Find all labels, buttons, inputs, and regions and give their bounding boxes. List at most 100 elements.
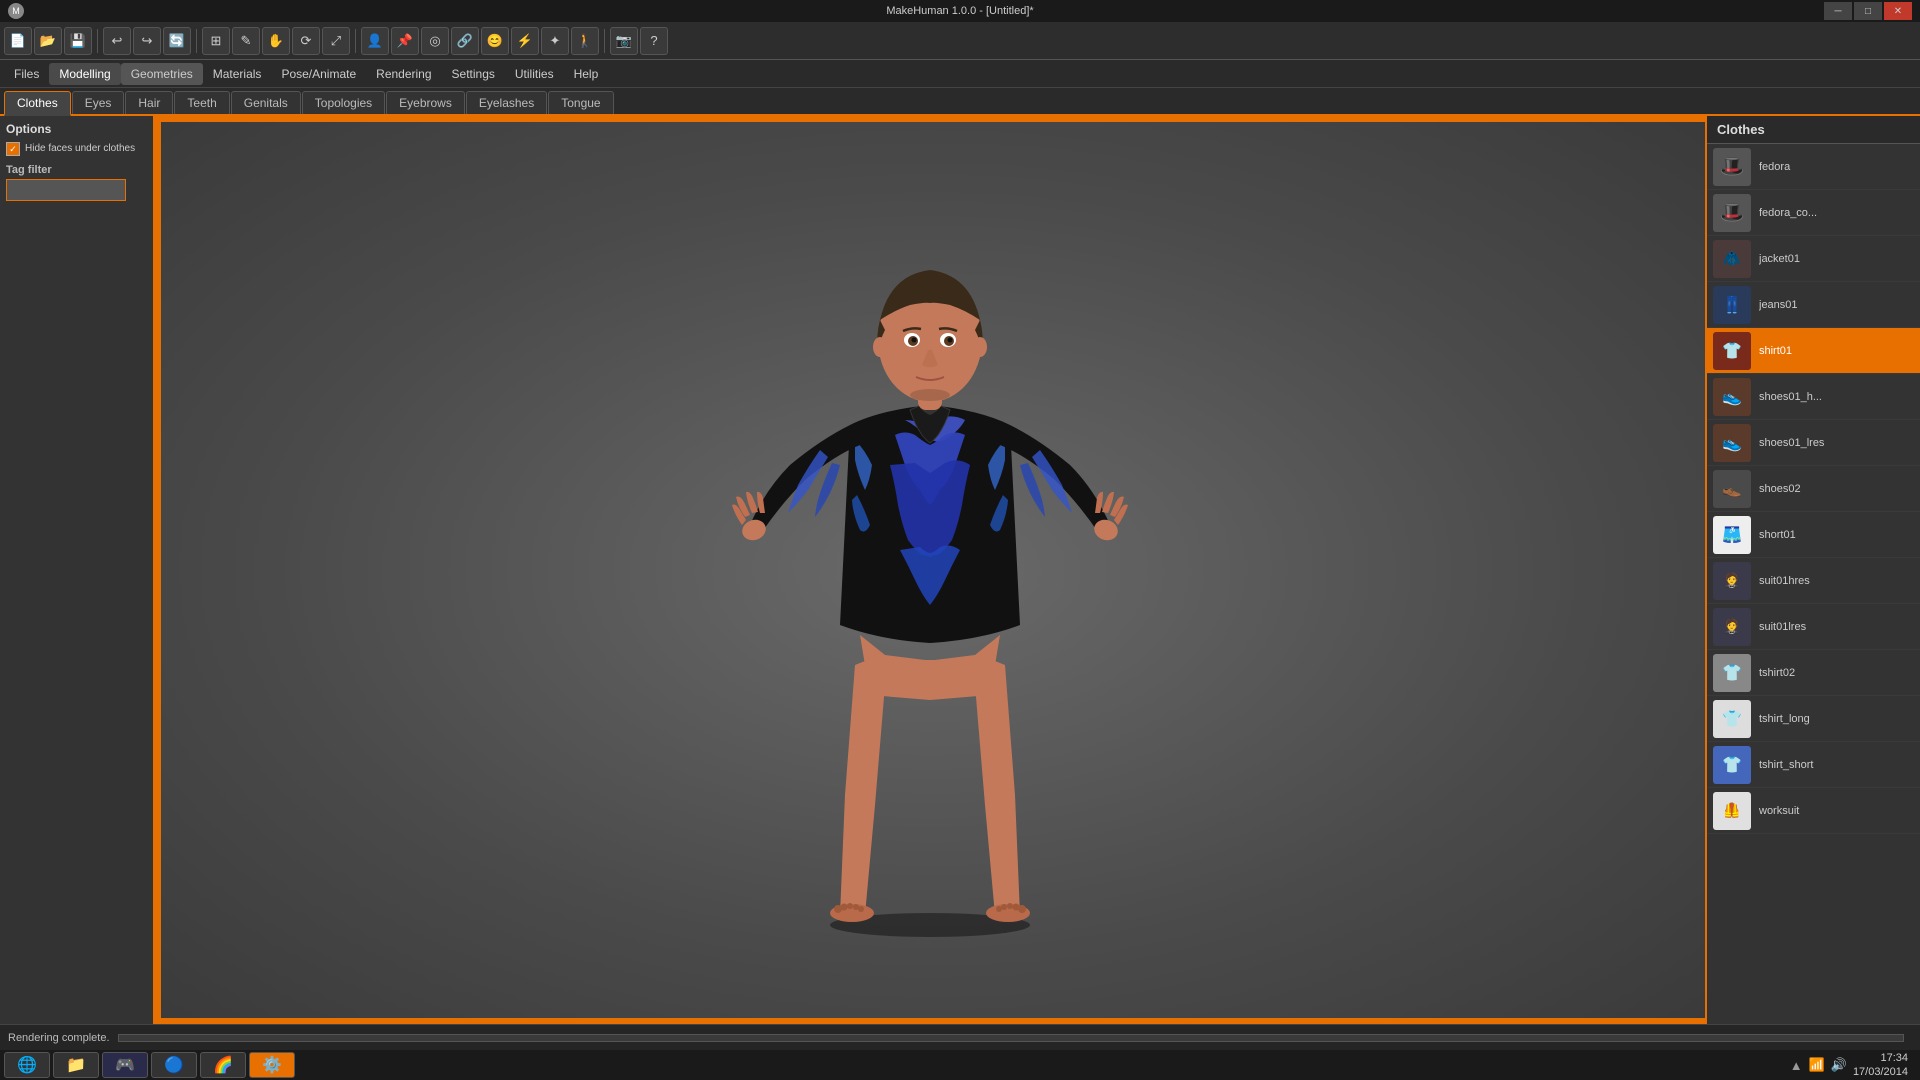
label-worksuit: worksuit xyxy=(1759,805,1914,817)
tool-reset[interactable]: 🔄 xyxy=(163,27,191,55)
thumb-fedora-co: 🎩 xyxy=(1713,194,1751,232)
close-button[interactable]: ✕ xyxy=(1884,2,1912,20)
clothes-item-short01[interactable]: 🩳 short01 xyxy=(1707,512,1920,558)
taskbar-right: ▲ 📶 🔊 17:34 17/03/2014 xyxy=(1790,1051,1916,1080)
progress-bar xyxy=(118,1034,1904,1042)
tool-grid[interactable]: ⊞ xyxy=(202,27,230,55)
tool-lightning[interactable]: ⚡ xyxy=(511,27,539,55)
clothes-item-shoes01h[interactable]: 👟 shoes01_h... xyxy=(1707,374,1920,420)
tab-eyebrows[interactable]: Eyebrows xyxy=(386,91,465,114)
menu-rendering[interactable]: Rendering xyxy=(366,63,441,85)
tool-open[interactable]: 📂 xyxy=(34,27,62,55)
tool-help[interactable]: ? xyxy=(640,27,668,55)
menu-help[interactable]: Help xyxy=(564,63,609,85)
clothes-item-jacket01[interactable]: 🧥 jacket01 xyxy=(1707,236,1920,282)
tray-network[interactable]: ▲ xyxy=(1790,1058,1803,1073)
tool-pin[interactable]: 📌 xyxy=(391,27,419,55)
tag-filter-input[interactable] xyxy=(6,179,126,201)
clothes-item-suit01hres[interactable]: 🤵 suit01hres xyxy=(1707,558,1920,604)
tab-teeth[interactable]: Teeth xyxy=(174,91,229,114)
taskbar-files[interactable]: 📁 xyxy=(53,1052,99,1078)
tool-target[interactable]: ◎ xyxy=(421,27,449,55)
tab-eyes[interactable]: Eyes xyxy=(72,91,125,114)
tool-person[interactable]: 👤 xyxy=(361,27,389,55)
viewport-bottom-handle[interactable] xyxy=(155,1018,1705,1024)
thumb-suit01lres: 🤵 xyxy=(1713,608,1751,646)
tab-clothes[interactable]: Clothes xyxy=(4,91,71,116)
tab-topologies[interactable]: Topologies xyxy=(302,91,385,114)
tab-hair[interactable]: Hair xyxy=(125,91,173,114)
thumb-worksuit: 🦺 xyxy=(1713,792,1751,830)
tool-draw[interactable]: ✎ xyxy=(232,27,260,55)
tool-undo[interactable]: ↩ xyxy=(103,27,131,55)
label-jacket01: jacket01 xyxy=(1759,253,1914,265)
thumb-tshirt-long: 👕 xyxy=(1713,700,1751,738)
thumb-short01: 🩳 xyxy=(1713,516,1751,554)
hide-faces-label: Hide faces under clothes xyxy=(25,143,135,155)
thumb-shoes01h: 👟 xyxy=(1713,378,1751,416)
taskbar-app6[interactable]: ⚙️ xyxy=(249,1052,295,1078)
tool-scale[interactable]: ⤢ xyxy=(322,27,350,55)
clothes-item-jeans01[interactable]: 👖 jeans01 xyxy=(1707,282,1920,328)
title-bar: M MakeHuman 1.0.0 - [Untitled]* ─ □ ✕ xyxy=(0,0,1920,22)
thumb-tshirt02: 👕 xyxy=(1713,654,1751,692)
clothes-item-shirt01[interactable]: 👕 shirt01 xyxy=(1707,328,1920,374)
left-panel: Options ✓ Hide faces under clothes Tag f… xyxy=(0,116,155,1024)
label-suit01lres: suit01lres xyxy=(1759,621,1914,633)
clothes-item-fedora[interactable]: 🎩 fedora xyxy=(1707,144,1920,190)
thumb-tshirt-short: 👕 xyxy=(1713,746,1751,784)
menu-files[interactable]: Files xyxy=(4,63,49,85)
tool-save[interactable]: 💾 xyxy=(64,27,92,55)
tool-camera[interactable]: 📷 xyxy=(610,27,638,55)
tool-rotate[interactable]: ⟳ xyxy=(292,27,320,55)
hide-faces-checkbox[interactable]: ✓ xyxy=(6,142,20,156)
maximize-button[interactable]: □ xyxy=(1854,2,1882,20)
tab-eyelashes[interactable]: Eyelashes xyxy=(466,91,547,114)
taskbar-steam[interactable]: 🎮 xyxy=(102,1052,148,1078)
tray-volume[interactable]: 🔊 xyxy=(1831,1057,1847,1073)
viewport-top-handle[interactable] xyxy=(155,116,1705,122)
time-display: 17:34 xyxy=(1853,1051,1908,1065)
toolbar: 📄 📂 💾 ↩ ↪ 🔄 ⊞ ✎ ✋ ⟳ ⤢ 👤 📌 ◎ 🔗 😊 ⚡ ✦ 🚶 📷 … xyxy=(0,22,1920,60)
minimize-button[interactable]: ─ xyxy=(1824,2,1852,20)
thumb-jeans01: 👖 xyxy=(1713,286,1751,324)
menu-pose-animate[interactable]: Pose/Animate xyxy=(271,63,366,85)
tool-face[interactable]: 😊 xyxy=(481,27,509,55)
viewport[interactable] xyxy=(155,116,1705,1024)
clothes-item-shoes01lres[interactable]: 👟 shoes01_lres xyxy=(1707,420,1920,466)
menu-settings[interactable]: Settings xyxy=(442,63,505,85)
tab-genitals[interactable]: Genitals xyxy=(231,91,301,114)
clothes-item-tshirt-short[interactable]: 👕 tshirt_short xyxy=(1707,742,1920,788)
taskbar-app5[interactable]: 🌈 xyxy=(200,1052,246,1078)
tool-wand[interactable]: ✦ xyxy=(541,27,569,55)
viewport-left-handle[interactable] xyxy=(155,116,161,1024)
date-display: 17/03/2014 xyxy=(1853,1065,1908,1079)
clothes-item-shoes02[interactable]: 👞 shoes02 xyxy=(1707,466,1920,512)
menu-modelling[interactable]: Modelling xyxy=(49,63,120,85)
status-text: Rendering complete. xyxy=(8,1032,110,1044)
thumb-shoes02: 👞 xyxy=(1713,470,1751,508)
clothes-item-tshirt02[interactable]: 👕 tshirt02 xyxy=(1707,650,1920,696)
label-tshirt-short: tshirt_short xyxy=(1759,759,1914,771)
clothes-item-worksuit[interactable]: 🦺 worksuit xyxy=(1707,788,1920,834)
label-fedora-co: fedora_co... xyxy=(1759,207,1914,219)
tool-grab[interactable]: ✋ xyxy=(262,27,290,55)
taskbar-app4[interactable]: 🔵 xyxy=(151,1052,197,1078)
clothes-item-fedora-co[interactable]: 🎩 fedora_co... xyxy=(1707,190,1920,236)
menu-utilities[interactable]: Utilities xyxy=(505,63,564,85)
toolbar-separator-4 xyxy=(604,29,605,53)
tab-tongue[interactable]: Tongue xyxy=(548,91,613,114)
menu-geometries[interactable]: Geometries xyxy=(121,63,203,85)
clothes-item-suit01lres[interactable]: 🤵 suit01lres xyxy=(1707,604,1920,650)
taskbar-chrome[interactable]: 🌐 xyxy=(4,1052,50,1078)
tool-new[interactable]: 📄 xyxy=(4,27,32,55)
menubar: Files Modelling Geometries Materials Pos… xyxy=(0,60,1920,88)
label-tshirt-long: tshirt_long xyxy=(1759,713,1914,725)
tool-redo[interactable]: ↪ xyxy=(133,27,161,55)
tool-link[interactable]: 🔗 xyxy=(451,27,479,55)
tray-wifi[interactable]: 📶 xyxy=(1809,1057,1825,1073)
label-shoes01lres: shoes01_lres xyxy=(1759,437,1914,449)
menu-materials[interactable]: Materials xyxy=(203,63,272,85)
tool-walk[interactable]: 🚶 xyxy=(571,27,599,55)
clothes-item-tshirt-long[interactable]: 👕 tshirt_long xyxy=(1707,696,1920,742)
